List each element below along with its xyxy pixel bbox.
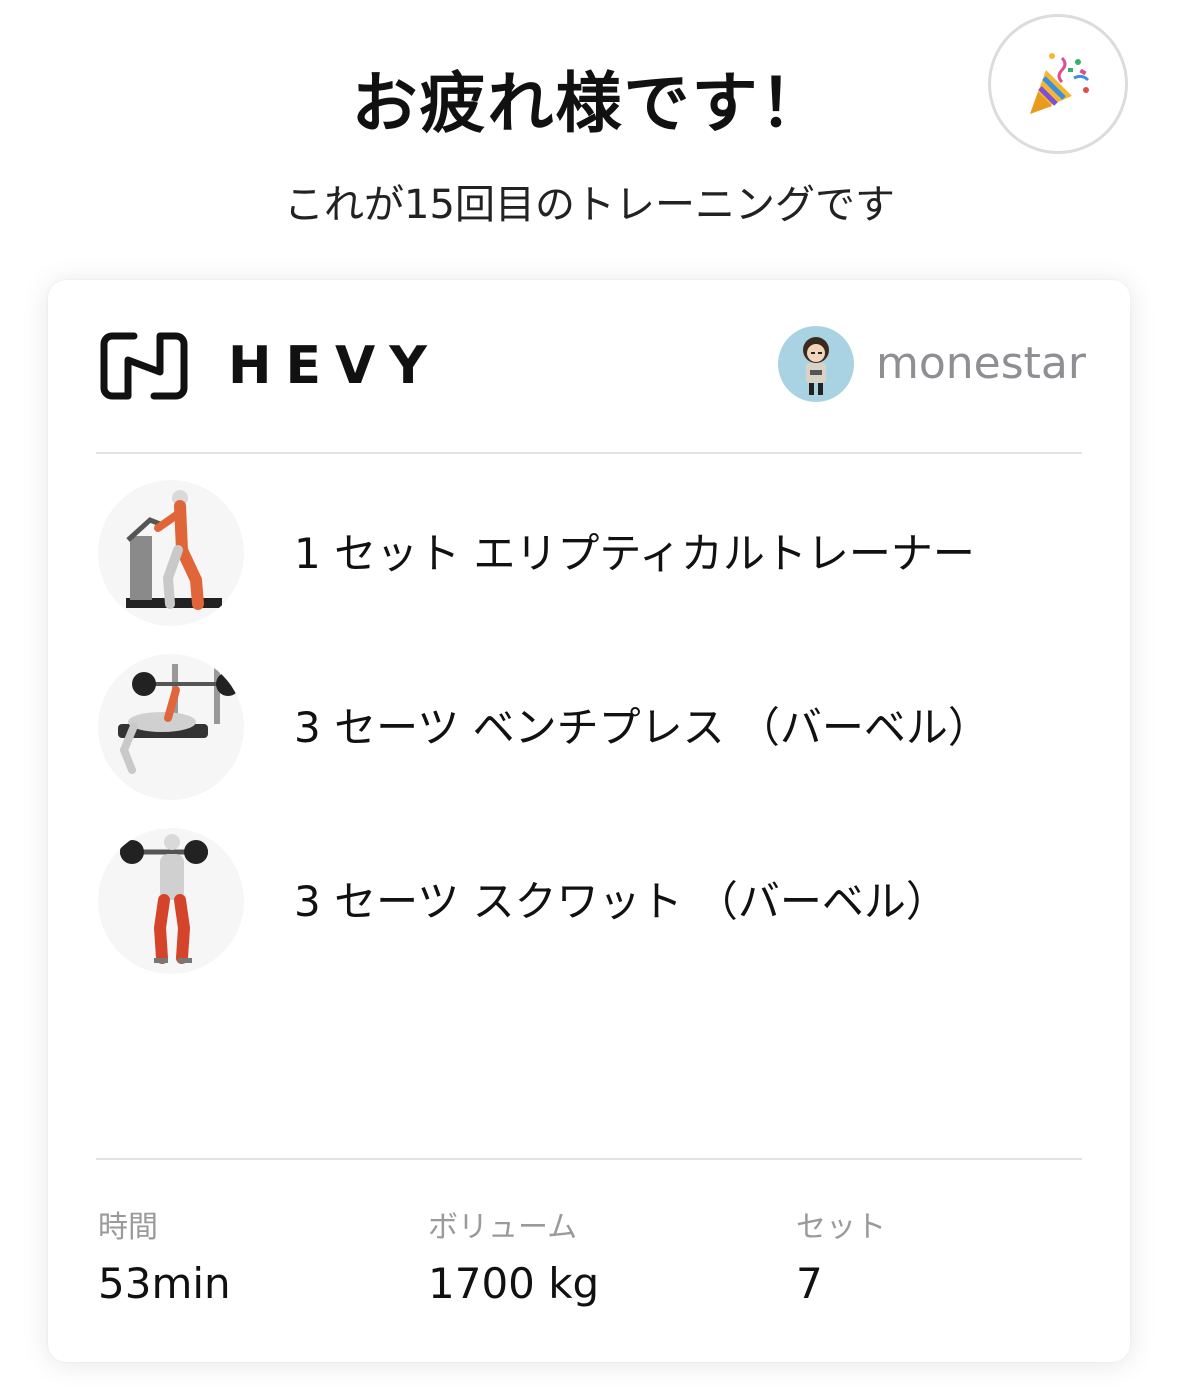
exercise-label: 1 セット エリプティカルトレーナー: [294, 529, 975, 578]
party-popper-icon: [1030, 53, 1090, 114]
stat-value: 53min: [98, 1259, 231, 1308]
exercise-label: 3 セーツ ベンチプレス （バーベル）: [294, 703, 990, 752]
exercise-row[interactable]: 1 セット エリプティカルトレーナー: [98, 480, 1058, 630]
stat-label: ボリューム: [428, 1210, 578, 1245]
exercise-row[interactable]: 3 セーツ ベンチプレス （バーベル）: [98, 654, 1058, 804]
bench-press-icon: [98, 654, 244, 800]
username[interactable]: monestar: [876, 338, 1086, 390]
stat-label: 時間: [98, 1210, 158, 1245]
hevy-logo-icon: [100, 332, 188, 400]
stats-divider: [96, 1158, 1082, 1160]
stat-value: 1700 kg: [428, 1259, 600, 1308]
avatar[interactable]: [778, 326, 854, 402]
brand-wordmark: HEVY: [228, 336, 441, 396]
stat-label: セット: [796, 1210, 886, 1245]
squat-icon: [98, 828, 244, 974]
stat-sets: セット 7: [796, 1210, 886, 1310]
workout-count-subtitle: これが15回目のトレーニングです: [284, 182, 895, 228]
hevy-logo: HEVY: [98, 330, 427, 402]
exercise-label: 3 セーツ スクワット （バーベル）: [294, 877, 948, 926]
stat-duration: 時間 53min: [98, 1210, 231, 1310]
user-avatar-icon: [803, 337, 829, 395]
celebrate-button[interactable]: [988, 14, 1128, 154]
header-divider: [96, 452, 1082, 454]
stat-volume: ボリューム 1700 kg: [428, 1210, 599, 1310]
workout-summary-card: HEVY monestar 1 セット エリプティカルトレーナー 3 セーツ ベ…: [48, 280, 1130, 1362]
elliptical-trainer-icon: [98, 480, 244, 626]
stat-value: 7: [796, 1259, 823, 1308]
exercise-row[interactable]: 3 セーツ スクワット （バーベル）: [98, 828, 1058, 978]
